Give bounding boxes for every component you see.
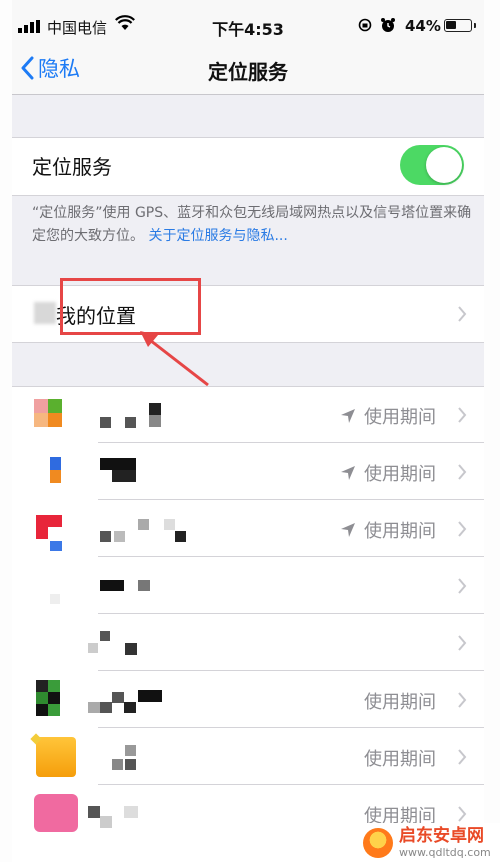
page-title: 定位服务 bbox=[208, 60, 288, 84]
app-row-status: 使用期间 bbox=[364, 749, 436, 770]
privacy-link[interactable]: 关于定位服务与隐私... bbox=[148, 228, 287, 244]
app-row-6[interactable]: 使用期间 bbox=[12, 672, 484, 728]
chevron-right-icon bbox=[458, 692, 467, 708]
location-arrow-icon bbox=[341, 409, 355, 423]
app-row-7[interactable]: 使用期间 bbox=[12, 729, 484, 785]
annotation-arrow bbox=[140, 331, 209, 387]
chevron-right-icon bbox=[458, 521, 467, 537]
location-arrow-icon bbox=[341, 523, 355, 537]
app-row-status: 使用期间 bbox=[340, 403, 436, 429]
battery-fill bbox=[446, 21, 456, 29]
phone-screen: 中国电信 下午4:53 44% 隐私 定位服务 定位服务 “定位服务”使用 GP… bbox=[12, 0, 484, 862]
chevron-right-icon bbox=[458, 578, 467, 594]
chevron-right-icon bbox=[458, 464, 467, 480]
app-list: 使用期间 使用期间 使用期间 使用期间 使用期间 使用期间 bbox=[12, 386, 484, 862]
blurred-text bbox=[34, 302, 56, 324]
chevron-right-icon bbox=[458, 407, 467, 423]
app-row-4[interactable] bbox=[12, 558, 484, 614]
battery-icon bbox=[444, 19, 476, 32]
battery-percent: 44% bbox=[405, 17, 441, 35]
app-row-status: 使用期间 bbox=[340, 460, 436, 486]
site-watermark: 启东安卓网 www.qdltdq.com bbox=[357, 823, 500, 862]
rotation-lock-icon bbox=[358, 18, 372, 32]
chevron-right-icon bbox=[458, 749, 467, 765]
app-row-1[interactable]: 使用期间 bbox=[12, 387, 484, 443]
alarm-icon bbox=[381, 18, 395, 32]
app-row-3[interactable]: 使用期间 bbox=[12, 501, 484, 557]
location-services-label: 定位服务 bbox=[32, 155, 112, 179]
app-row-status: 使用期间 bbox=[340, 517, 436, 543]
navigation-bar: 隐私 定位服务 bbox=[12, 48, 484, 95]
watermark-title: 启东安卓网 bbox=[399, 825, 484, 846]
location-services-description: “定位服务”使用 GPS、蓝牙和众包无线局域网热点以及信号塔位置来确定您的大致方… bbox=[32, 205, 472, 244]
chevron-right-icon bbox=[458, 635, 467, 651]
chevron-right-icon bbox=[458, 806, 467, 822]
app-row-2[interactable]: 使用期间 bbox=[12, 444, 484, 500]
status-bar: 中国电信 下午4:53 44% bbox=[12, 0, 484, 48]
app-row-status: 使用期间 bbox=[364, 692, 436, 713]
chevron-right-icon bbox=[458, 306, 467, 322]
watermark-url: www.qdltdq.com bbox=[399, 845, 491, 859]
location-services-toggle[interactable] bbox=[400, 145, 464, 185]
app-row-5[interactable] bbox=[12, 615, 484, 671]
watermark-logo-icon bbox=[363, 827, 393, 858]
location-arrow-icon bbox=[341, 466, 355, 480]
